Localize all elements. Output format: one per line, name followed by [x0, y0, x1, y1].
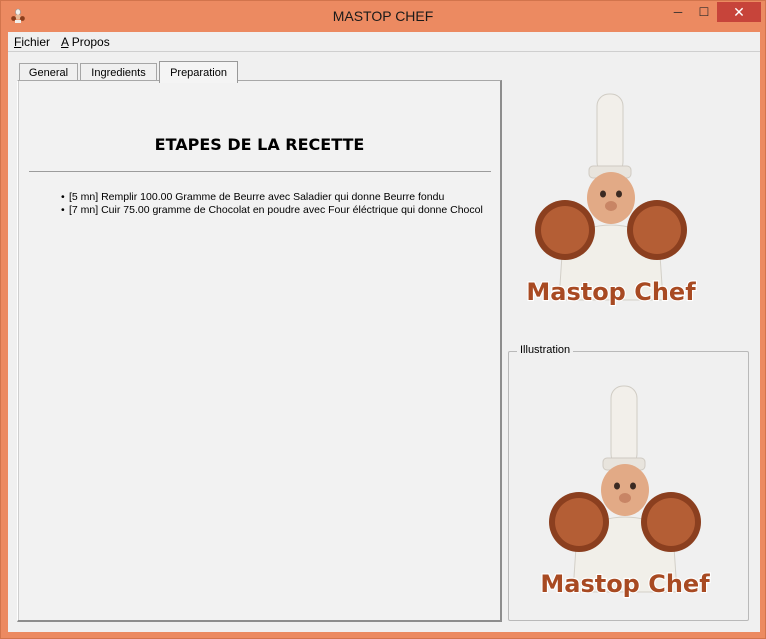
chef-figure [549, 385, 701, 593]
logo-text: Mastop Chef [526, 278, 696, 306]
illustration-group: Illustration Mastop Chef [508, 344, 749, 621]
chef-figure [535, 93, 687, 301]
maximize-icon: ☐ [698, 5, 710, 19]
close-button[interactable]: ✕ [717, 2, 761, 22]
menu-a-propos[interactable]: A Propos [61, 35, 110, 49]
heading-divider [29, 171, 491, 172]
app-window: MASTOP CHEF ─ ☐ ✕ Fichier A Propos Gener… [0, 0, 766, 639]
close-icon: ✕ [733, 3, 745, 20]
chef-logo-image: Mastop Chef [525, 93, 697, 307]
list-item: • [7 mn] Cuir 75.00 gramme de Chocolat en… [61, 204, 483, 216]
steps-list: • [5 mn] Remplir 100.00 Gramme de Beurre … [61, 191, 491, 217]
maximize-button[interactable]: ☐ [691, 2, 717, 22]
minimize-button[interactable]: ─ [665, 2, 691, 22]
client-area: Fichier A Propos General Ingredients Pre… [8, 32, 760, 632]
illustration-legend: Illustration [517, 344, 574, 356]
menu-bar: Fichier A Propos [8, 32, 760, 52]
title-bar[interactable]: MASTOP CHEF ─ ☐ ✕ [1, 1, 765, 32]
chef-illustration-image: Mastop Chef [539, 385, 711, 599]
list-item: • [5 mn] Remplir 100.00 Gramme de Beurre … [61, 191, 445, 203]
window-title: MASTOP CHEF [332, 8, 434, 24]
tab-preparation[interactable]: Preparation [159, 61, 238, 83]
recipe-steps-heading: ETAPES DE LA RECETTE [154, 135, 365, 154]
preparation-panel: ETAPES DE LA RECETTE • [5 mn] Remplir 100… [17, 80, 502, 622]
minimize-icon: ─ [673, 5, 683, 19]
menu-fichier[interactable]: Fichier [14, 35, 50, 49]
illustration-logo-text: Mastop Chef [540, 570, 710, 598]
